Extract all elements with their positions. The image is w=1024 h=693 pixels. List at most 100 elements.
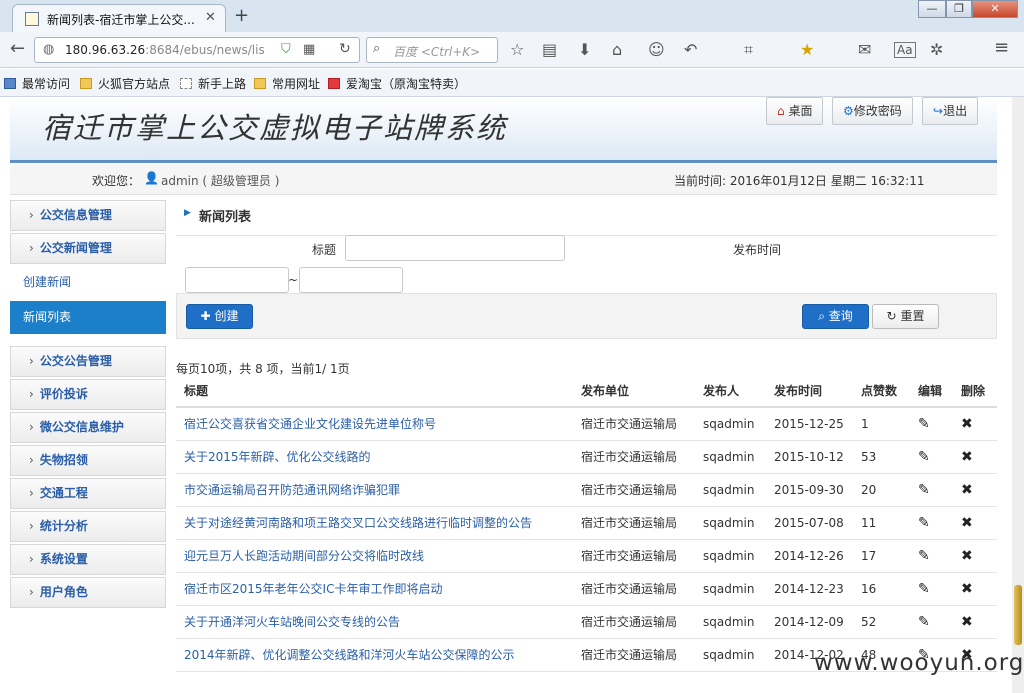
- create-button[interactable]: ✚ 创建: [186, 304, 253, 329]
- crop-icon[interactable]: ⌗: [744, 40, 753, 60]
- sidebar-item-lost-found[interactable]: › 失物招领: [10, 445, 166, 476]
- pencil-icon[interactable]: ✎: [918, 482, 930, 498]
- news-title-cell: 迎元旦万人长跑活动期间部分公交将临时改线: [176, 539, 573, 573]
- desktop-button[interactable]: ⌂ 桌面: [766, 97, 824, 125]
- query-button[interactable]: ⌕ 查询: [802, 304, 869, 329]
- chat-icon[interactable]: ✉: [858, 40, 871, 59]
- sidebar-item-announcements[interactable]: › 公交公告管理: [10, 346, 166, 377]
- sidebar-sub-create-news[interactable]: 创建新闻: [10, 266, 166, 299]
- delete-icon[interactable]: ✖: [961, 449, 973, 465]
- sidebar-item-user-roles[interactable]: › 用户角色: [10, 577, 166, 608]
- edit-cell: ✎: [910, 440, 953, 474]
- news-title-link[interactable]: 宿迁公交喜获省交通企业文化建设先进单位称号: [184, 417, 436, 431]
- news-title-link[interactable]: 市交通运输局召开防范通讯网络诈骗犯罪: [184, 483, 400, 497]
- delete-icon[interactable]: ✖: [961, 416, 973, 432]
- close-window-button[interactable]: ✕: [972, 0, 1018, 18]
- logout-icon: ↪: [933, 104, 944, 118]
- unit-cell: 宿迁市交通运输局: [573, 539, 695, 573]
- news-title-link[interactable]: 迎元旦万人长跑活动期间部分公交将临时改线: [184, 549, 424, 563]
- delete-cell: ✖: [953, 605, 997, 639]
- table-row: 迎元旦万人长跑活动期间部分公交将临时改线 宿迁市交通运输局 sqadmin 2014-…: [176, 539, 997, 573]
- bookmark-common-sites[interactable]: 常用网址: [254, 75, 320, 92]
- sidebar-item-settings[interactable]: › 系统设置: [10, 544, 166, 575]
- reload-icon[interactable]: ↻: [339, 41, 351, 57]
- star-icon[interactable]: ☆: [510, 40, 524, 59]
- delete-icon[interactable]: ✖: [961, 515, 973, 531]
- change-password-button[interactable]: ⚙修改密码: [832, 97, 913, 125]
- delete-icon[interactable]: ✖: [961, 614, 973, 630]
- pencil-icon[interactable]: ✎: [918, 449, 930, 465]
- search-box[interactable]: ⌕ 百度 <Ctrl+K>: [366, 37, 498, 63]
- bookmark-most-visited[interactable]: 最常访问: [4, 75, 70, 92]
- author-cell: sqadmin: [695, 407, 766, 441]
- new-tab-icon[interactable]: +: [234, 5, 249, 26]
- col-likes: 点赞数: [853, 375, 910, 408]
- table-row: 宿迁市区2015年老年公交IC卡年审工作即将启动 宿迁市交通运输局 sqadmin 2…: [176, 572, 997, 606]
- menu-icon[interactable]: ≡: [994, 37, 1009, 58]
- shield-icon[interactable]: ⛉: [281, 42, 291, 57]
- smiley-icon[interactable]: ☺: [648, 40, 665, 59]
- news-title-cell: 市交通运输局召开防范通讯网络诈骗犯罪: [176, 473, 573, 507]
- pencil-icon[interactable]: ✎: [918, 515, 930, 531]
- font-icon[interactable]: Aa: [894, 42, 916, 58]
- undo-icon[interactable]: ↶: [684, 40, 697, 59]
- delete-icon[interactable]: ✖: [961, 482, 973, 498]
- pencil-icon[interactable]: ✎: [918, 548, 930, 564]
- likes-cell: 53: [853, 440, 910, 474]
- sidebar-item-micro-bus[interactable]: › 微公交信息维护: [10, 412, 166, 443]
- minimize-button[interactable]: —: [918, 0, 946, 18]
- scrollbar-thumb[interactable]: [1014, 585, 1022, 645]
- news-title-link[interactable]: 关于对途经黄河南路和项王路交叉口公交线路进行临时调整的公告: [184, 516, 532, 530]
- reading-list-icon[interactable]: ▤: [542, 40, 557, 59]
- sidebar-item-bus-news[interactable]: › 公交新闻管理: [10, 233, 166, 264]
- plus-icon: ✚: [200, 309, 211, 323]
- reset-button[interactable]: ↻ 重置: [872, 304, 939, 329]
- favorite-icon[interactable]: ★: [800, 40, 814, 59]
- chevron-right-icon: ›: [29, 453, 34, 467]
- addon-icon[interactable]: ✲: [930, 40, 943, 59]
- unit-cell: 宿迁市交通运输局: [573, 506, 695, 540]
- date-cell: 2015-10-12: [766, 440, 853, 474]
- sidebar-item-traffic-projects[interactable]: › 交通工程: [10, 478, 166, 509]
- maximize-button[interactable]: ❐: [946, 0, 972, 18]
- sidebar-item-bus-info[interactable]: › 公交信息管理: [10, 200, 166, 231]
- col-delete: 删除: [953, 375, 997, 408]
- start-date-input[interactable]: [185, 267, 289, 293]
- title-label: 标题: [312, 243, 337, 257]
- logout-button[interactable]: ↪退出: [922, 97, 979, 125]
- date-cell: 2014-12-26: [766, 539, 853, 573]
- news-title-link[interactable]: 关于2015年新辟、优化公交线路的: [184, 450, 371, 464]
- download-icon[interactable]: ⬇: [578, 40, 591, 59]
- delete-icon[interactable]: ✖: [961, 548, 973, 564]
- title-input[interactable]: [345, 235, 565, 261]
- bookmark-firefox[interactable]: 火狐官方站点: [80, 75, 170, 92]
- home-icon[interactable]: ⌂: [612, 40, 622, 59]
- qrcode-icon[interactable]: ▦: [303, 42, 315, 57]
- browser-tab[interactable]: 新闻列表-宿迁市掌上公交... ✕: [12, 4, 226, 32]
- date-cell: 2014-12-09: [766, 605, 853, 639]
- pencil-icon[interactable]: ✎: [918, 581, 930, 597]
- close-tab-icon[interactable]: ✕: [205, 10, 216, 25]
- sidebar-sub-news-list[interactable]: 新闻列表: [10, 301, 166, 334]
- end-date-input[interactable]: [299, 267, 403, 293]
- refresh-icon: ↻: [886, 309, 897, 323]
- likes-cell: 17: [853, 539, 910, 573]
- chevron-right-icon: ›: [29, 486, 34, 500]
- news-title-link[interactable]: 宿迁市区2015年老年公交IC卡年审工作即将启动: [184, 582, 442, 596]
- news-title-link[interactable]: 2014年新辟、优化调整公交线路和洋河火车站公交保障的公示: [184, 648, 515, 662]
- url-bar[interactable]: ◍ 180.96.63.26:8684/ebus/news/lis ⛉ ▦ ↻: [34, 37, 360, 63]
- pencil-icon[interactable]: ✎: [918, 416, 930, 432]
- author-cell: sqadmin: [695, 440, 766, 474]
- bookmark-getting-started[interactable]: 新手上路: [180, 75, 246, 92]
- unit-cell: 宿迁市交通运输局: [573, 440, 695, 474]
- back-icon[interactable]: ←: [10, 38, 25, 59]
- pencil-icon[interactable]: ✎: [918, 614, 930, 630]
- browser-tab-bar: 新闻列表-宿迁市掌上公交... ✕ + — ❐ ✕: [0, 0, 1024, 32]
- news-title-cell: 关于开通洋河火车站晚间公交专线的公告: [176, 605, 573, 639]
- news-title-link[interactable]: 关于开通洋河火车站晚间公交专线的公告: [184, 615, 400, 629]
- sidebar-item-statistics[interactable]: › 统计分析: [10, 511, 166, 542]
- bookmark-taobao[interactable]: 爱淘宝（原淘宝特卖）: [328, 75, 466, 92]
- chevron-right-icon: ›: [29, 519, 34, 533]
- delete-icon[interactable]: ✖: [961, 581, 973, 597]
- sidebar-item-complaints[interactable]: › 评价投诉: [10, 379, 166, 410]
